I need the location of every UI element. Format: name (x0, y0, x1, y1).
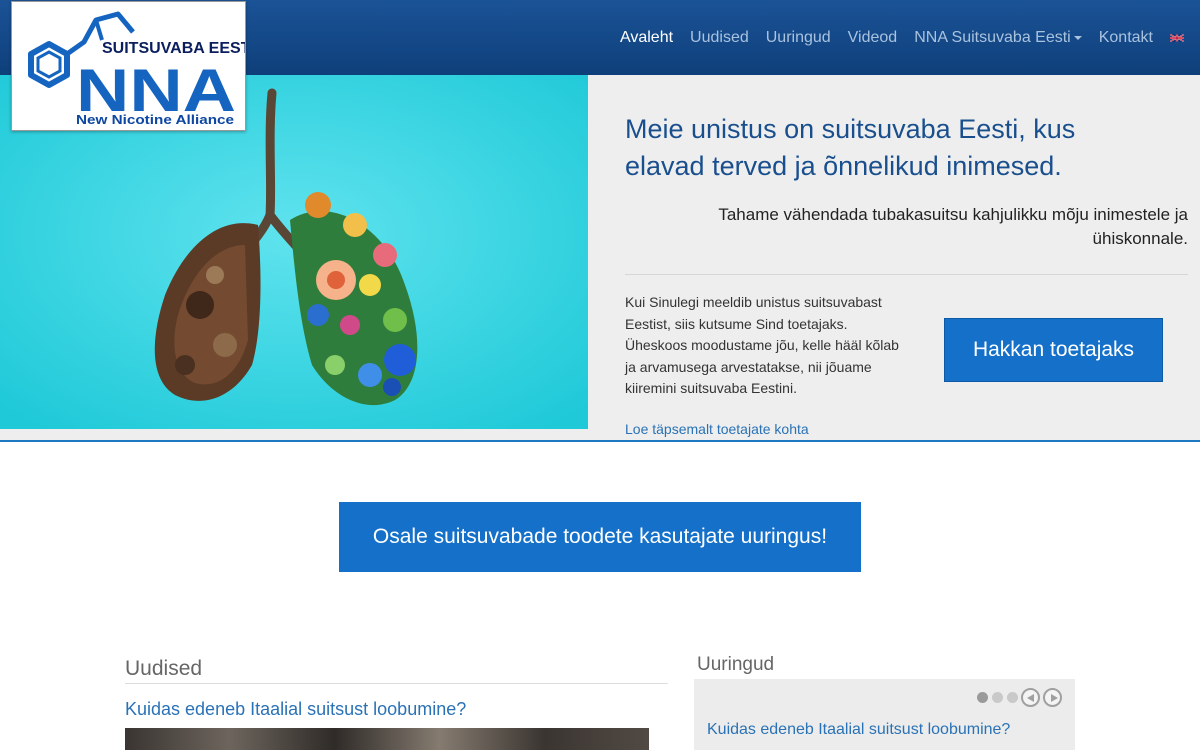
slider-dot-1[interactable] (977, 692, 988, 703)
hero-body-text: Kui Sinulegi meeldib unistus suitsuvabas… (625, 294, 899, 396)
nav-item-nna-label: NNA Suitsuvaba Eesti (914, 28, 1071, 46)
studies-article-link[interactable]: Kuidas edeneb Itaalial suitsust loobumin… (707, 721, 1010, 739)
news-article-image[interactable] (125, 728, 649, 750)
survey-cta-button[interactable]: Osale suitsuvabade toodete kasutajate uu… (339, 502, 861, 572)
slider-controls (973, 688, 1062, 707)
nav-item-nna-suitsuvaba-eesti[interactable]: NNA Suitsuvaba Eesti (914, 29, 1082, 47)
nav-item-uudised[interactable]: Uudised (690, 29, 749, 47)
nna-logo-graphic: SUITSUVABA EESTI NNA New Nicotine Allian… (28, 11, 245, 127)
slider-prev-icon[interactable] (1021, 688, 1040, 707)
news-article-link[interactable]: Kuidas edeneb Itaalial suitsust loobumin… (125, 699, 466, 720)
news-divider (125, 683, 668, 684)
nav-item-videod[interactable]: Videod (848, 29, 898, 47)
nav-item-avaleht[interactable]: Avaleht (620, 29, 673, 47)
nav-item-kontakt[interactable]: Kontakt (1099, 29, 1153, 47)
studies-slider: Kuidas edeneb Itaalial suitsust loobumin… (694, 679, 1075, 750)
uk-flag-icon[interactable] (1170, 33, 1184, 43)
supporters-info-link[interactable]: Loe täpsemalt toetajate kohta (625, 421, 809, 437)
slider-next-icon[interactable] (1043, 688, 1062, 707)
studies-section-title: Uuringud (697, 654, 775, 675)
page: Avaleht Uudised Uuringud Videod NNA Suit… (0, 0, 1200, 750)
nav-item-uuringud[interactable]: Uuringud (766, 29, 831, 47)
site-logo[interactable]: SUITSUVABA EESTI NNA New Nicotine Allian… (11, 1, 246, 131)
hero-headline: Meie unistus on suitsuvaba Eesti, kus el… (625, 114, 1076, 181)
hero-subheadline: Tahame vähendada tubakasuitsu kahjulikku… (718, 205, 1188, 248)
slider-dot-3[interactable] (1007, 692, 1018, 703)
hexagon-icon (28, 41, 70, 88)
dropdown-caret-icon (1073, 35, 1082, 40)
logo-top-text: SUITSUVABA EESTI (102, 40, 245, 57)
become-supporter-button[interactable]: Hakkan toetajaks (944, 318, 1163, 382)
logo-sub-text: New Nicotine Alliance (76, 113, 234, 127)
main-nav: Avaleht Uudised Uuringud Videod NNA Suit… (603, 0, 1184, 75)
slider-dot-2[interactable] (992, 692, 1003, 703)
news-section-title: Uudised (125, 657, 203, 680)
hero-divider (625, 274, 1188, 275)
